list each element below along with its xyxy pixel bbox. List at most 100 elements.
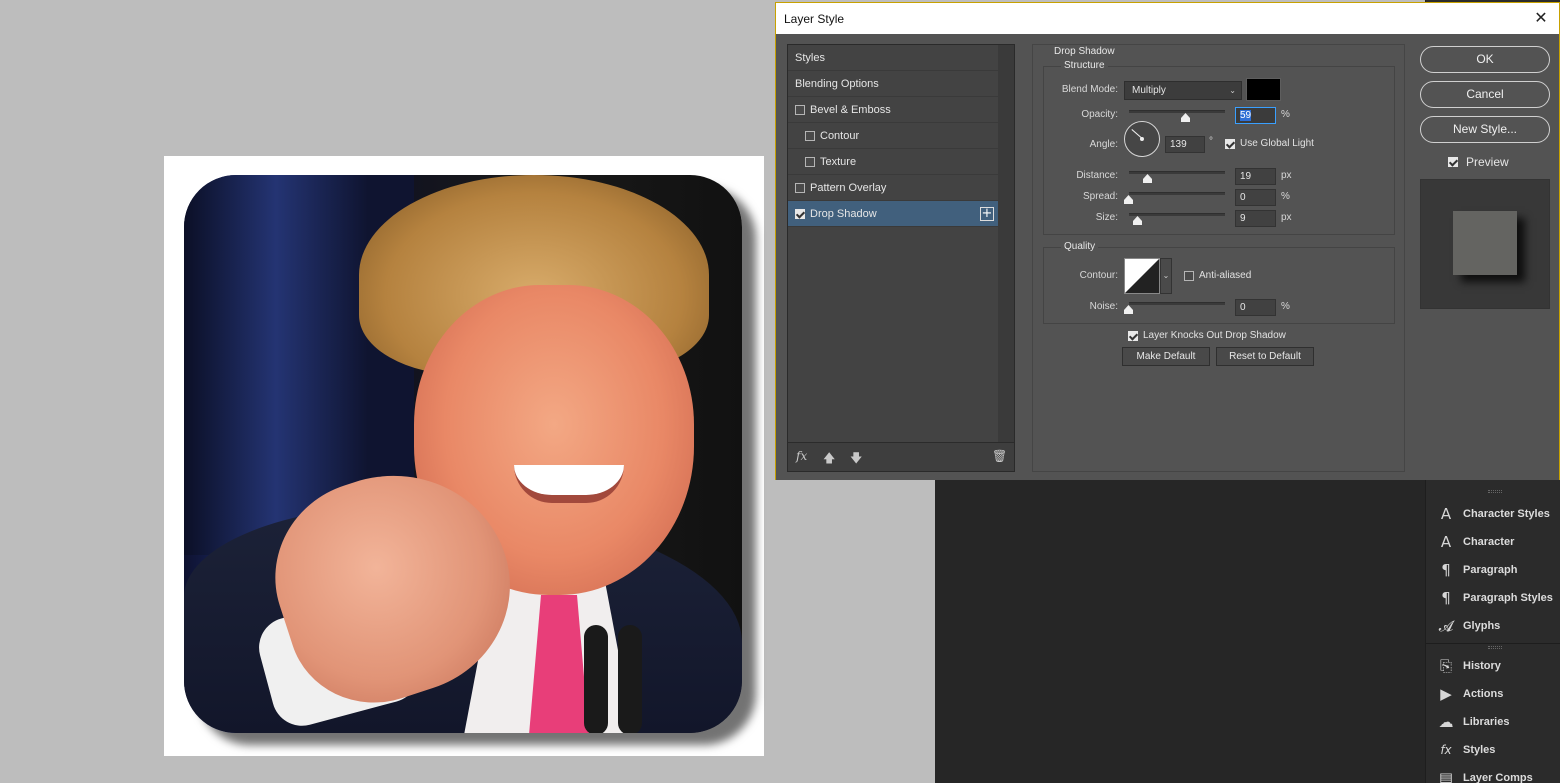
- size-unit: px: [1281, 212, 1292, 223]
- dialog-body: Styles Blending Options Bevel & Emboss C…: [776, 34, 1559, 480]
- angle-label: Angle:: [1089, 139, 1118, 150]
- noise-unit: %: [1281, 301, 1290, 312]
- style-row-bevel-emboss[interactable]: Bevel & Emboss: [788, 97, 998, 123]
- style-row-styles[interactable]: Styles: [788, 45, 998, 71]
- opacity-label: Opacity:: [1081, 109, 1118, 120]
- styles-list: Styles Blending Options Bevel & Emboss C…: [788, 45, 998, 442]
- fx-icon[interactable]: fx: [796, 449, 807, 463]
- dialog-titlebar[interactable]: Layer Style ✕: [776, 3, 1559, 34]
- knocks-out-checkbox[interactable]: Layer Knocks Out Drop Shadow: [1128, 330, 1286, 341]
- panel-group-tools: ⎘ History ▶ Actions ☁ Libraries fx Style…: [1426, 652, 1560, 783]
- noise-input[interactable]: 0: [1235, 299, 1276, 316]
- dialog-title: Layer Style: [784, 11, 845, 26]
- make-default-button[interactable]: Make Default: [1122, 347, 1210, 366]
- chevron-down-icon: ⌄: [1229, 86, 1236, 95]
- move-up-icon[interactable]: 🡅: [823, 449, 835, 470]
- style-row-pattern-overlay[interactable]: Pattern Overlay: [788, 175, 998, 201]
- chevron-down-icon[interactable]: ⌄: [1160, 258, 1172, 294]
- section-title: Drop Shadow: [1051, 46, 1118, 57]
- panel-item-paragraph[interactable]: ¶ Paragraph: [1426, 556, 1560, 584]
- panel-item-styles[interactable]: fx Styles: [1426, 736, 1560, 764]
- styles-list-footer: fx 🡅 🡇 🗑: [788, 442, 1014, 471]
- styles-list-panel: Styles Blending Options Bevel & Emboss C…: [787, 44, 1015, 472]
- structure-title: Structure: [1061, 60, 1108, 71]
- glyphs-icon: 𝓐: [1438, 617, 1454, 635]
- panel-item-libraries[interactable]: ☁ Libraries: [1426, 708, 1560, 736]
- quality-title: Quality: [1061, 241, 1099, 252]
- reset-to-default-button[interactable]: Reset to Default: [1216, 347, 1314, 366]
- distance-label: Distance:: [1076, 170, 1118, 181]
- opacity-input[interactable]: 59: [1235, 107, 1276, 124]
- bevel-emboss-checkbox[interactable]: [795, 104, 805, 115]
- ok-button[interactable]: OK: [1420, 46, 1550, 73]
- panel-item-character[interactable]: A Character: [1426, 528, 1560, 556]
- character-styles-icon: A: [1440, 505, 1452, 523]
- trash-icon[interactable]: 🗑: [992, 449, 1007, 463]
- close-icon[interactable]: ✕: [1531, 8, 1551, 28]
- distance-input[interactable]: 19: [1235, 168, 1276, 185]
- move-down-icon[interactable]: 🡇: [850, 449, 862, 470]
- angle-input[interactable]: 139: [1165, 136, 1205, 153]
- distance-unit: px: [1281, 170, 1292, 181]
- opacity-unit: %: [1281, 109, 1290, 120]
- anti-aliased-checkbox[interactable]: Anti-aliased: [1184, 270, 1251, 281]
- panel-grip[interactable]: [1488, 490, 1502, 493]
- panel-item-history[interactable]: ⎘ History: [1426, 652, 1560, 680]
- character-icon: A: [1440, 533, 1452, 551]
- shadow-color-swatch[interactable]: [1246, 78, 1281, 101]
- drop-shadow-settings: Drop Shadow Structure Blend Mode: Multip…: [1032, 44, 1405, 472]
- style-row-drop-shadow[interactable]: Drop Shadow +: [788, 201, 998, 227]
- panel-grip[interactable]: [1488, 646, 1502, 649]
- size-label: Size:: [1095, 212, 1118, 223]
- preview-checkbox[interactable]: Preview: [1448, 155, 1509, 169]
- document-canvas[interactable]: [164, 156, 764, 756]
- new-style-button[interactable]: New Style...: [1420, 116, 1550, 143]
- style-row-texture[interactable]: Texture: [788, 149, 998, 175]
- drop-shadow-checkbox[interactable]: [795, 208, 805, 219]
- panel-group-type: A Character Styles A Character ¶ Paragra…: [1426, 500, 1560, 640]
- panel-item-actions[interactable]: ▶ Actions: [1426, 680, 1560, 708]
- contour-checkbox[interactable]: [805, 130, 815, 141]
- panel-item-glyphs[interactable]: 𝓐 Glyphs: [1426, 612, 1560, 640]
- workspace-area: [935, 480, 1425, 783]
- spread-unit: %: [1281, 191, 1290, 202]
- texture-checkbox[interactable]: [805, 156, 815, 167]
- distance-slider[interactable]: [1129, 171, 1225, 174]
- paragraph-icon: ¶: [1441, 561, 1451, 579]
- history-icon: ⎘: [1439, 657, 1452, 675]
- opacity-slider[interactable]: [1129, 110, 1225, 113]
- blend-mode-label: Blend Mode:: [1061, 84, 1118, 95]
- style-row-contour[interactable]: Contour: [788, 123, 998, 149]
- add-effect-icon[interactable]: +: [980, 207, 994, 221]
- contour-label: Contour:: [1079, 270, 1118, 281]
- libraries-icon: ☁: [1438, 713, 1454, 731]
- layer-photo: [184, 175, 742, 733]
- panel-divider: [1426, 643, 1560, 644]
- use-global-light-checkbox[interactable]: Use Global Light: [1225, 138, 1314, 149]
- pattern-overlay-checkbox[interactable]: [795, 182, 805, 193]
- blend-mode-select[interactable]: Multiply ⌄: [1124, 81, 1242, 100]
- angle-dial[interactable]: [1124, 121, 1160, 157]
- contour-picker[interactable]: [1124, 258, 1160, 294]
- cancel-button[interactable]: Cancel: [1420, 81, 1550, 108]
- actions-icon: ▶: [1440, 685, 1452, 703]
- panel-item-layer-comps[interactable]: ▤ Layer Comps: [1426, 764, 1560, 783]
- styles-list-scrollbar[interactable]: [998, 45, 1014, 442]
- layer-comps-icon: ▤: [1438, 769, 1454, 783]
- panel-item-paragraph-styles[interactable]: ¶ Paragraph Styles: [1426, 584, 1560, 612]
- style-preview: [1420, 179, 1550, 309]
- spread-slider[interactable]: [1129, 192, 1225, 195]
- panel-item-character-styles[interactable]: A Character Styles: [1426, 500, 1560, 528]
- size-slider[interactable]: [1129, 213, 1225, 216]
- angle-unit: °: [1209, 136, 1213, 147]
- paragraph-styles-icon: ¶: [1441, 589, 1451, 607]
- noise-label: Noise:: [1089, 301, 1118, 312]
- styles-icon: fx: [1440, 743, 1452, 757]
- spread-label: Spread:: [1082, 191, 1118, 202]
- layer-style-dialog: Layer Style ✕ Styles Blending Options Be…: [775, 2, 1560, 480]
- size-input[interactable]: 9: [1235, 210, 1276, 227]
- style-row-blending-options[interactable]: Blending Options: [788, 71, 998, 97]
- quality-fieldset: [1043, 247, 1395, 324]
- spread-input[interactable]: 0: [1235, 189, 1276, 206]
- noise-slider[interactable]: [1129, 302, 1225, 305]
